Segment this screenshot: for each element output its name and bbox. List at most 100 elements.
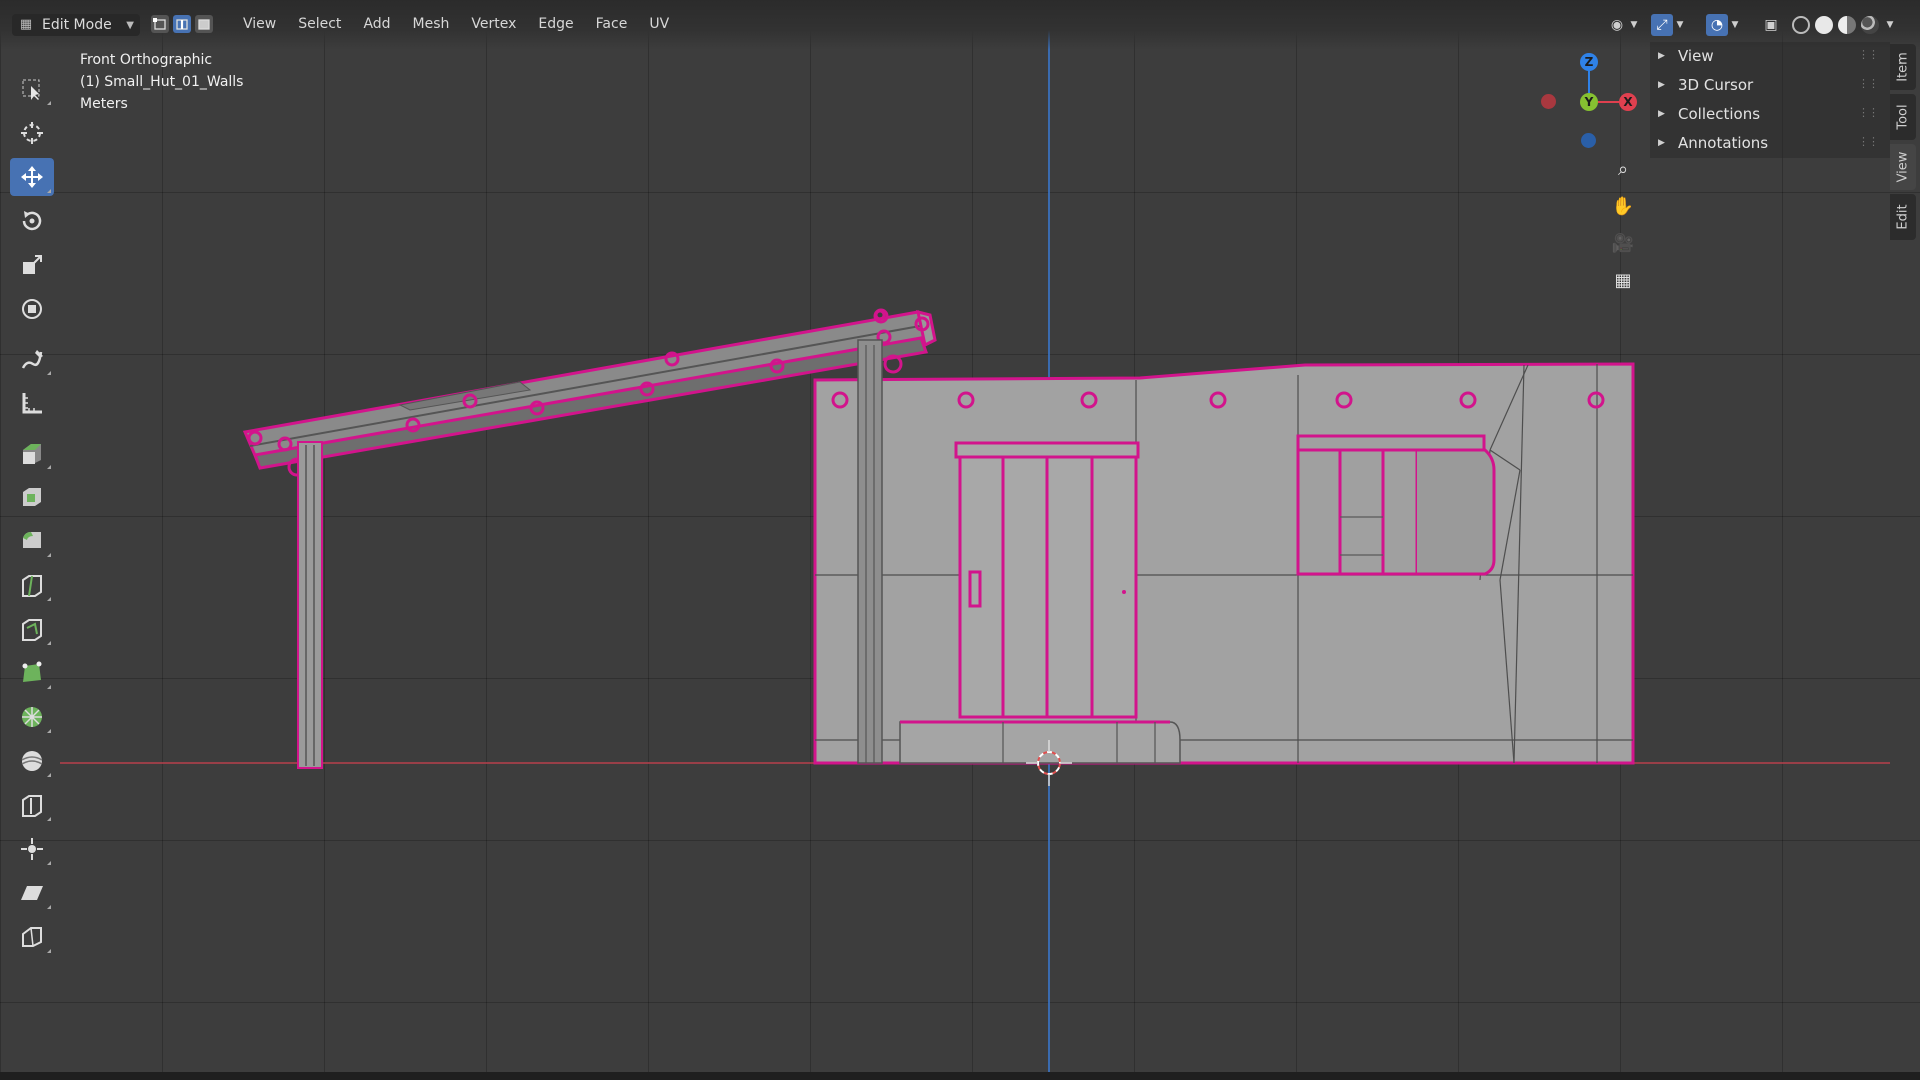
sidebar-panel: ▶ View ⋮⋮ ▶ 3D Cursor ⋮⋮ ▶ Collections ⋮… [1650, 42, 1890, 158]
tool-variant-indicator [47, 817, 51, 821]
chevron-down-icon[interactable]: ▼ [1884, 14, 1896, 36]
loop-cut-tool[interactable] [10, 566, 54, 604]
tool-variant-indicator [47, 773, 51, 777]
vertex-select-icon[interactable] [151, 15, 169, 33]
spin-tool[interactable] [10, 698, 54, 736]
tool-variant-indicator [47, 189, 51, 193]
tab-view[interactable]: View [1890, 144, 1916, 190]
scale-tool[interactable] [10, 246, 54, 284]
rotate-tool[interactable] [10, 202, 54, 240]
mode-dropdown[interactable]: ▦ Edit Mode ▼ [12, 14, 140, 36]
tab-label: View [1895, 151, 1911, 183]
gizmo-z-axis[interactable]: Z [1580, 53, 1598, 71]
wireframe-shading-icon[interactable] [1792, 16, 1810, 34]
expand-arrow-icon: ▶ [1658, 80, 1665, 90]
smooth-tool[interactable] [10, 742, 54, 780]
transform-tool[interactable] [10, 290, 54, 328]
menu-select[interactable]: Select [287, 16, 352, 32]
expand-arrow-icon: ▶ [1658, 109, 1665, 119]
sidebar-tabs: Item Tool View Edit [1890, 42, 1920, 252]
material-shading-icon[interactable] [1838, 16, 1856, 34]
measure-tool[interactable] [10, 384, 54, 422]
tab-tool[interactable]: Tool [1890, 94, 1916, 140]
select-box-tool[interactable] [10, 70, 54, 108]
menu-view[interactable]: View [232, 16, 287, 32]
menu-face[interactable]: Face [585, 16, 639, 32]
panel-section-annotations[interactable]: ▶ Annotations [1658, 130, 1768, 156]
menu-mesh[interactable]: Mesh [402, 16, 461, 32]
move-tool[interactable] [10, 158, 54, 196]
grid-toggle-icon[interactable]: ▦ [1608, 265, 1638, 295]
rip-region-tool[interactable] [10, 918, 54, 956]
window [1296, 434, 1496, 576]
camera-icon[interactable]: 🎥 [1608, 228, 1638, 258]
tool-variant-indicator [47, 641, 51, 645]
left-post [297, 441, 323, 769]
gizmo-neg-x-axis[interactable] [1541, 94, 1556, 109]
panel-section-3d-cursor[interactable]: ▶ 3D Cursor [1658, 72, 1753, 98]
annotate-tool[interactable] [10, 340, 54, 378]
tool-variant-indicator [47, 905, 51, 909]
tool-variant-indicator [47, 729, 51, 733]
tool-variant-indicator [47, 101, 51, 105]
expand-arrow-icon: ▶ [1658, 51, 1665, 61]
tool-variant-indicator [47, 685, 51, 689]
object-name-label: (1) Small_Hut_01_Walls [80, 74, 244, 90]
extrude-region-tool[interactable] [10, 434, 54, 472]
mode-label: Edit Mode [42, 17, 112, 33]
panel-section-collections[interactable]: ▶ Collections [1658, 101, 1760, 127]
shear-tool[interactable] [10, 874, 54, 912]
menu-add[interactable]: Add [352, 16, 401, 32]
tool-variant-indicator [47, 371, 51, 375]
inset-faces-tool[interactable] [10, 478, 54, 516]
tab-label: Edit [1895, 204, 1911, 230]
xray-icon[interactable]: ▣ [1760, 14, 1782, 36]
chevron-down-icon[interactable]: ▼ [1628, 14, 1640, 36]
viewport-header: ▦ Edit Mode ▼ View Select Add Mesh Verte… [0, 0, 1920, 50]
face-select-icon[interactable] [195, 15, 213, 33]
poly-build-tool[interactable] [10, 654, 54, 692]
gizmo-toggle-icon[interactable]: ⤢ [1651, 14, 1673, 36]
gizmo-x-axis[interactable]: X [1619, 93, 1637, 111]
drag-grip-icon[interactable]: ⋮⋮ [1858, 106, 1879, 119]
menu-edge[interactable]: Edge [527, 16, 584, 32]
edge-slide-tool[interactable] [10, 786, 54, 824]
tool-variant-indicator [47, 597, 51, 601]
zoom-icon[interactable]: ⌕ [1608, 154, 1638, 184]
tab-label: Item [1895, 52, 1911, 82]
view-name-label: Front Orthographic [80, 52, 213, 68]
hut-wall [813, 362, 1635, 765]
pan-hand-icon[interactable]: ✋ [1608, 191, 1638, 221]
visibility-icon[interactable]: ◉ [1606, 14, 1628, 36]
edit-mode-icon: ▦ [19, 17, 33, 32]
section-label: Annotations [1678, 134, 1769, 152]
menu-uv[interactable]: UV [638, 16, 680, 32]
tab-item[interactable]: Item [1890, 44, 1916, 90]
knife-tool[interactable] [10, 610, 54, 648]
section-label: View [1678, 47, 1714, 65]
solid-shading-icon[interactable] [1815, 16, 1833, 34]
panel-section-view[interactable]: ▶ View [1658, 43, 1714, 69]
rendered-shading-icon[interactable] [1861, 16, 1879, 34]
bevel-tool[interactable] [10, 522, 54, 560]
drag-grip-icon[interactable]: ⋮⋮ [1858, 48, 1879, 61]
gizmo-y-axis[interactable]: Y [1580, 93, 1598, 111]
status-bar [0, 1072, 1920, 1080]
menu-vertex[interactable]: Vertex [460, 16, 527, 32]
gizmo-neg-z-axis[interactable] [1581, 133, 1596, 148]
tab-label: Tool [1895, 104, 1911, 130]
overlay-icon[interactable]: ◔ [1706, 14, 1728, 36]
drag-grip-icon[interactable]: ⋮⋮ [1858, 77, 1879, 90]
units-label: Meters [80, 96, 128, 112]
tool-shelf [8, 52, 60, 953]
expand-arrow-icon: ▶ [1658, 138, 1665, 148]
tab-edit[interactable]: Edit [1890, 194, 1916, 240]
cursor-tool[interactable] [10, 114, 54, 152]
chevron-down-icon[interactable]: ▼ [1729, 14, 1741, 36]
section-label: 3D Cursor [1678, 76, 1754, 94]
drag-grip-icon[interactable]: ⋮⋮ [1858, 135, 1879, 148]
edge-select-icon[interactable] [173, 15, 191, 33]
tool-variant-indicator [47, 553, 51, 557]
shrink-fatten-tool[interactable] [10, 830, 54, 868]
chevron-down-icon[interactable]: ▼ [1674, 14, 1686, 36]
